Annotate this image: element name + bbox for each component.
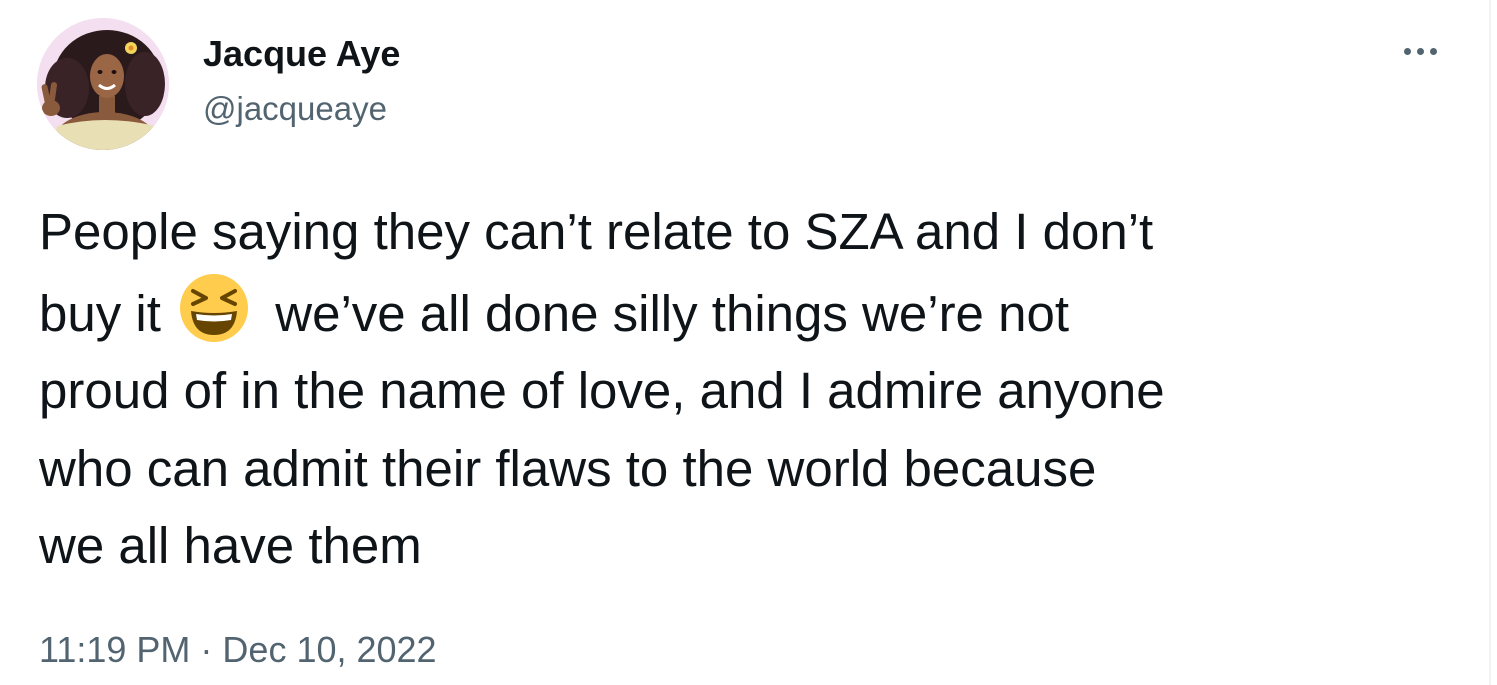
tweet-card: Jacque Aye @jacqueaye People saying they… xyxy=(0,0,1491,685)
more-horizontal-icon xyxy=(1416,47,1424,55)
tweet-text-segment: we’ve all done silly things we’re not xyxy=(261,284,1069,342)
author-handle[interactable]: @jacqueaye xyxy=(203,89,387,129)
avatar[interactable] xyxy=(37,18,169,150)
tweet-timestamp[interactable]: 11:19 PM · Dec 10, 2022 xyxy=(39,628,437,672)
tweet-text-line: buy it we’ve all done silly things we’re… xyxy=(39,271,1459,353)
tweet-text: People saying they can’t relate to SZA a… xyxy=(39,193,1459,585)
grinning-squinting-face-emoji-icon xyxy=(177,271,251,345)
tweet-text-line: People saying they can’t relate to SZA a… xyxy=(39,203,1154,260)
tweet-text-line: who can admit their flaws to the world b… xyxy=(39,439,1097,497)
meta-separator: · xyxy=(200,629,213,670)
tweet-time[interactable]: 11:19 PM xyxy=(39,629,190,670)
tweet-text-segment: buy it xyxy=(39,284,176,342)
more-horizontal-icon xyxy=(1403,47,1411,55)
tweet-text-line: proud of in the name of love, and I admi… xyxy=(39,362,1165,419)
author-name[interactable]: Jacque Aye xyxy=(203,33,400,75)
profile-avatar-illustration-icon xyxy=(37,18,169,150)
more-horizontal-icon xyxy=(1429,47,1437,55)
more-options-button[interactable] xyxy=(1390,36,1450,66)
tweet-text-line: we all have them xyxy=(39,517,422,574)
tweet-date[interactable]: Dec 10, 2022 xyxy=(222,629,436,670)
